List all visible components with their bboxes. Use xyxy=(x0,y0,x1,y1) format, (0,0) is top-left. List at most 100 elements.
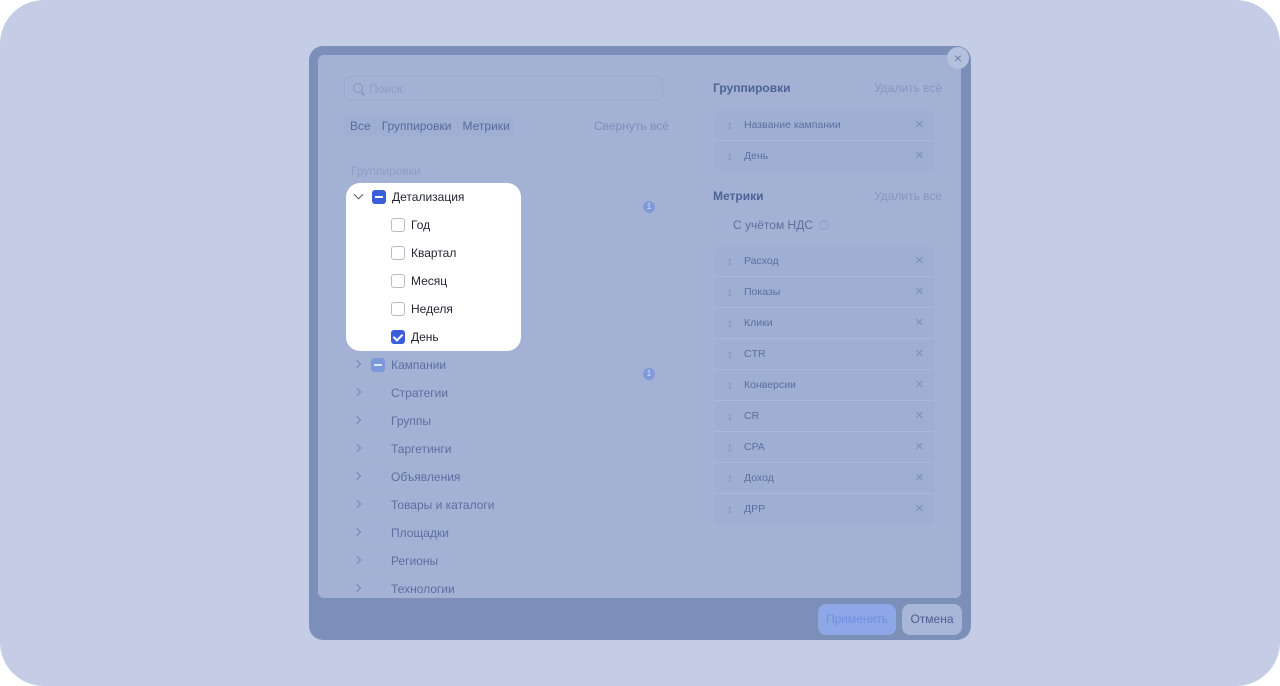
checkbox-strategies[interactable] xyxy=(371,386,385,400)
chevron-right-icon[interactable] xyxy=(351,358,365,372)
checkbox-technologies[interactable] xyxy=(371,582,385,596)
checkbox-targetings[interactable] xyxy=(371,442,385,456)
tree-item-label: Группы xyxy=(391,414,431,428)
tree-item-label: Месяц xyxy=(411,274,448,288)
drag-handle-icon[interactable]: ↕ xyxy=(727,118,733,132)
drag-handle-icon[interactable]: ↕ xyxy=(727,378,733,392)
drag-handle-icon[interactable]: ↕ xyxy=(727,347,733,361)
groupings-delete-all-link[interactable]: Удалить всё xyxy=(874,81,942,95)
checkbox-ads[interactable] xyxy=(371,470,385,484)
metrics-list: ↕ Расход ✕ ↕ Показы ✕ ↕ Клики ✕ ↕ CTR ✕ … xyxy=(715,246,934,525)
drag-handle-icon[interactable]: ↕ xyxy=(727,409,733,423)
close-icon[interactable]: ✕ xyxy=(915,471,924,484)
chevron-down-icon[interactable] xyxy=(352,190,366,204)
groupings-section-label: Группировки xyxy=(351,164,421,178)
close-icon[interactable]: ✕ xyxy=(915,502,924,515)
close-icon[interactable]: ✕ xyxy=(915,254,924,267)
drag-handle-icon[interactable]: ↕ xyxy=(727,285,733,299)
tree-item-campaigns[interactable]: Кампании xyxy=(351,354,446,376)
close-icon[interactable]: ✕ xyxy=(915,347,924,360)
drag-handle-icon[interactable]: ↕ xyxy=(727,254,733,268)
groupings-list: ↕ Название кампании ✕ ↕ День ✕ xyxy=(715,110,934,172)
list-item-label: Конверсии xyxy=(744,379,796,391)
checkbox-groups[interactable] xyxy=(371,414,385,428)
tree-item-groups[interactable]: Группы xyxy=(351,410,431,432)
tree-item-week[interactable]: Неделя xyxy=(391,298,453,320)
list-item-label: CTR xyxy=(744,348,766,360)
list-item-label: ДРР xyxy=(744,503,766,515)
tree-item-label: Квартал xyxy=(411,246,457,260)
search-placeholder: Поиск xyxy=(369,82,403,96)
chevron-right-icon[interactable] xyxy=(351,470,365,484)
tree-item-targetings[interactable]: Таргетинги xyxy=(351,438,451,460)
checkbox-quarter[interactable] xyxy=(391,246,405,260)
drag-handle-icon[interactable]: ↕ xyxy=(727,149,733,163)
metrics-delete-all-link[interactable]: Удалить всё xyxy=(874,189,942,203)
drag-handle-icon[interactable]: ↕ xyxy=(727,471,733,485)
chevron-right-icon[interactable] xyxy=(351,442,365,456)
help-icon[interactable]: ? xyxy=(819,220,830,230)
tab-metrics[interactable]: Метрики xyxy=(456,115,514,137)
close-icon[interactable]: ✕ xyxy=(915,285,924,298)
chevron-right-icon[interactable] xyxy=(351,498,365,512)
list-item: ↕ Показы ✕ xyxy=(715,277,934,308)
screen-backdrop: Поиск Все Группировки Метрики Свернуть в… xyxy=(0,0,1280,686)
close-icon[interactable]: ✕ xyxy=(915,378,924,391)
chevron-right-icon[interactable] xyxy=(351,414,365,428)
chevron-right-icon[interactable] xyxy=(351,582,365,596)
list-item: ↕ Доход ✕ xyxy=(715,463,934,494)
tree-item-label: Объявления xyxy=(391,470,461,484)
close-icon[interactable]: ✕ xyxy=(915,316,924,329)
tree-item-technologies[interactable]: Технологии xyxy=(351,578,455,600)
tree-item-products[interactable]: Товары и каталоги xyxy=(351,494,495,516)
checkbox-products[interactable] xyxy=(371,498,385,512)
checkbox-month[interactable] xyxy=(391,274,405,288)
tree-item-regions[interactable]: Регионы xyxy=(351,550,438,572)
chevron-right-icon[interactable] xyxy=(351,554,365,568)
list-item-label: Показы xyxy=(744,286,781,298)
tree-item-year[interactable]: Год xyxy=(391,214,430,236)
list-item: ↕ Расход ✕ xyxy=(715,246,934,277)
metrics-title: Метрики xyxy=(713,189,764,203)
tab-groupings[interactable]: Группировки xyxy=(376,115,457,137)
vat-checkbox[interactable] xyxy=(715,219,727,231)
tree-item-day[interactable]: День xyxy=(391,326,439,348)
list-item: ↕ ДРР ✕ xyxy=(715,494,934,525)
checkbox-campaigns[interactable] xyxy=(371,358,385,372)
close-button[interactable]: × xyxy=(947,47,969,69)
drag-handle-icon[interactable]: ↕ xyxy=(727,502,733,516)
chevron-right-icon[interactable] xyxy=(351,386,365,400)
detail-tree-spotlight: Детализация Год Квартал Месяц Неделя Ден… xyxy=(346,183,521,351)
list-item: ↕ CR ✕ xyxy=(715,401,934,432)
checkbox-regions[interactable] xyxy=(371,554,385,568)
tree-item-month[interactable]: Месяц xyxy=(391,270,447,292)
list-item: ↕ Клики ✕ xyxy=(715,308,934,339)
list-item-label: День xyxy=(744,150,769,162)
detail-count-badge: 1 xyxy=(643,201,655,213)
tree-item-placements[interactable]: Площадки xyxy=(351,522,449,544)
list-item-label: Клики xyxy=(744,317,773,329)
collapse-all-link[interactable]: Свернуть всё xyxy=(594,119,669,133)
close-icon[interactable]: ✕ xyxy=(915,440,924,453)
vat-checkbox-row[interactable]: С учётом НДС ? xyxy=(715,217,830,233)
close-icon[interactable]: ✕ xyxy=(915,149,924,162)
tab-all[interactable]: Все xyxy=(344,115,376,137)
chevron-right-icon[interactable] xyxy=(351,526,365,540)
checkbox-detail[interactable] xyxy=(372,190,386,204)
checkbox-year[interactable] xyxy=(391,218,405,232)
close-icon[interactable]: ✕ xyxy=(915,409,924,422)
tree-item-ads[interactable]: Объявления xyxy=(351,466,460,488)
drag-handle-icon[interactable]: ↕ xyxy=(727,316,733,330)
checkbox-week[interactable] xyxy=(391,302,405,316)
close-icon[interactable]: ✕ xyxy=(915,118,924,131)
tree-item-quarter[interactable]: Квартал xyxy=(391,242,456,264)
search-input[interactable]: Поиск xyxy=(344,76,663,101)
cancel-button[interactable]: Отмена xyxy=(902,604,962,635)
apply-button[interactable]: Применить xyxy=(818,604,896,635)
checkbox-placements[interactable] xyxy=(371,526,385,540)
tree-item-strategies[interactable]: Стратегии xyxy=(351,382,448,404)
tree-item-detail[interactable]: Детализация xyxy=(352,186,464,208)
drag-handle-icon[interactable]: ↕ xyxy=(727,440,733,454)
checkbox-day[interactable] xyxy=(391,330,405,344)
vat-label: С учётом НДС xyxy=(733,218,814,232)
